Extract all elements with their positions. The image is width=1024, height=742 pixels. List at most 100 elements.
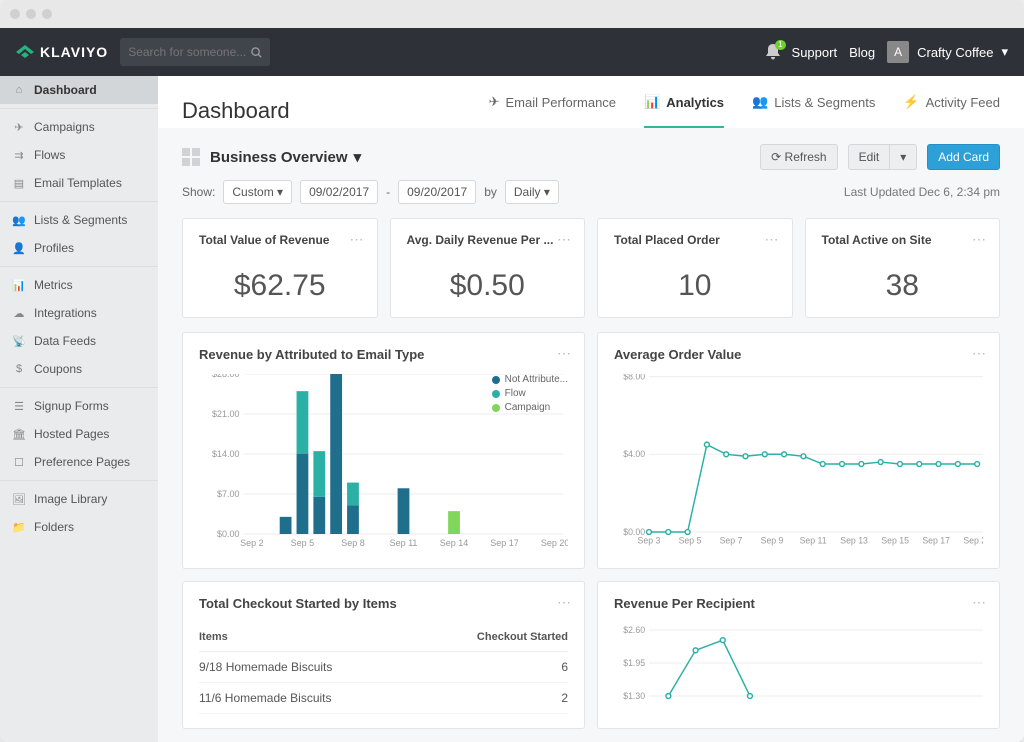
brand-text: KLAVIYO xyxy=(40,44,108,60)
sidebar-item-preference-pages[interactable]: ☐Preference Pages xyxy=(0,448,158,476)
sidebar-item-lists-segments[interactable]: 👥Lists & Segments xyxy=(0,206,158,234)
chevron-down-icon: ▾ xyxy=(1001,44,1008,60)
user-icon: 👤 xyxy=(12,242,26,255)
card-menu-icon[interactable]: ⋯ xyxy=(557,231,572,248)
svg-text:Sep 5: Sep 5 xyxy=(679,536,702,546)
nav-label: Hosted Pages xyxy=(34,427,109,441)
table-row: 11/6 Homemade Biscuits2 xyxy=(199,683,568,714)
blog-link[interactable]: Blog xyxy=(849,45,875,60)
chart-title: Revenue by Attributed to Email Type xyxy=(199,347,568,362)
svg-text:Sep 5: Sep 5 xyxy=(291,538,315,548)
chevron-down-icon: ▾ xyxy=(354,148,362,166)
grid-icon xyxy=(182,148,200,166)
card-menu-icon[interactable]: ⋯ xyxy=(350,231,365,248)
svg-text:Sep 17: Sep 17 xyxy=(490,538,519,548)
avatar: A xyxy=(887,41,909,63)
edit-button[interactable]: Edit xyxy=(848,144,891,170)
sidebar-item-integrations[interactable]: ☁Integrations xyxy=(0,299,158,327)
edit-dropdown[interactable]: ▾ xyxy=(890,144,917,170)
sidebar-item-profiles[interactable]: 👤Profiles xyxy=(0,234,158,262)
card-menu-icon[interactable]: ⋯ xyxy=(557,345,572,362)
svg-text:$0.00: $0.00 xyxy=(217,529,240,539)
nav-label: Image Library xyxy=(34,492,107,506)
add-card-button[interactable]: Add Card xyxy=(927,144,1000,170)
svg-text:Sep 15: Sep 15 xyxy=(881,536,909,546)
sidebar-item-flows[interactable]: ⇉Flows xyxy=(0,141,158,169)
user-name: Crafty Coffee xyxy=(917,45,993,60)
sidebar-item-folders[interactable]: 📁Folders xyxy=(0,513,158,541)
range-select[interactable]: Custom ▾ xyxy=(223,180,292,204)
bolt-icon: ⚡ xyxy=(903,94,919,110)
sidebar-item-signup-forms[interactable]: ☰Signup Forms xyxy=(0,392,158,420)
tabs: ✈Email Performance 📊Analytics 👥Lists & Seg… xyxy=(489,94,1000,128)
sidebar-item-dashboard[interactable]: ⌂Dashboard xyxy=(0,76,158,104)
stat-card: Avg. Daily Revenue Per ...⋯ $0.50 xyxy=(390,218,586,318)
svg-text:$1.95: $1.95 xyxy=(623,658,645,668)
revenue-per-recipient-card: Revenue Per Recipient ⋯ $1.30$1.95$2.60 xyxy=(597,581,1000,729)
svg-text:Sep 11: Sep 11 xyxy=(800,536,827,546)
tab-activity-feed[interactable]: ⚡Activity Feed xyxy=(903,94,1000,128)
svg-text:$7.00: $7.00 xyxy=(217,489,240,499)
tab-email-performance[interactable]: ✈Email Performance xyxy=(489,94,616,128)
stat-value: $0.50 xyxy=(407,269,569,303)
stat-value: 10 xyxy=(614,269,776,303)
sidebar-item-metrics[interactable]: 📊Metrics xyxy=(0,271,158,299)
tab-lists-segments[interactable]: 👥Lists & Segments xyxy=(752,94,875,128)
svg-text:$28.00: $28.00 xyxy=(212,374,240,379)
sidebar-item-data-feeds[interactable]: 📡Data Feeds xyxy=(0,327,158,355)
start-date-input[interactable]: 09/02/2017 xyxy=(300,180,378,204)
refresh-button[interactable]: ⟳ Refresh xyxy=(760,144,837,170)
sidebar-item-coupons[interactable]: $ Coupons xyxy=(0,355,158,383)
window-dot xyxy=(10,9,20,19)
bottom-row: Total Checkout Started by Items ⋯ Items … xyxy=(182,581,1000,729)
sidebar-item-hosted-pages[interactable]: 🏛Hosted Pages xyxy=(0,420,158,448)
top-navbar: KLAVIYO 1 Support Blog A Crafty Coffee ▾ xyxy=(0,28,1024,76)
notifications-bell[interactable]: 1 xyxy=(766,44,780,60)
send-icon: ✈ xyxy=(489,94,500,110)
card-menu-icon[interactable]: ⋯ xyxy=(972,231,987,248)
image-icon: 🖼 xyxy=(12,493,26,506)
user-menu[interactable]: A Crafty Coffee ▾ xyxy=(887,41,1008,63)
overview-dropdown[interactable]: Business Overview ▾ xyxy=(210,148,361,166)
line-chart: $0.00$4.00$8.00Sep 3Sep 5Sep 7Sep 9Sep 1… xyxy=(614,374,983,554)
form-icon: ☰ xyxy=(12,400,26,413)
svg-text:$1.30: $1.30 xyxy=(623,691,645,701)
nav-label: Email Templates xyxy=(34,176,122,190)
sidebar-item-campaigns[interactable]: ✈Campaigns xyxy=(0,113,158,141)
nav-label: Folders xyxy=(34,520,74,534)
col-header-count: Checkout Started xyxy=(448,631,568,643)
interval-select[interactable]: Daily ▾ xyxy=(505,180,559,204)
page-header: Dashboard ✈Email Performance 📊Analytics 👥L… xyxy=(158,76,1024,128)
nav-label: Coupons xyxy=(34,362,82,376)
stat-title: Avg. Daily Revenue Per ... xyxy=(407,233,569,247)
sidebar-item-email-templates[interactable]: ▤Email Templates xyxy=(0,169,158,197)
sidebar-item-image-library[interactable]: 🖼 Image Library xyxy=(0,485,158,513)
end-date-input[interactable]: 09/20/2017 xyxy=(398,180,476,204)
stat-card: Total Placed Order⋯ 10 xyxy=(597,218,793,318)
svg-text:Sep 8: Sep 8 xyxy=(341,538,365,548)
card-menu-icon[interactable]: ⋯ xyxy=(557,594,572,611)
dollar-icon: $ xyxy=(12,363,26,375)
window-titlebar xyxy=(0,0,1024,28)
stat-value: 38 xyxy=(822,269,984,303)
home-icon: ⌂ xyxy=(12,84,26,96)
search-input[interactable] xyxy=(128,45,262,59)
card-menu-icon[interactable]: ⋯ xyxy=(765,231,780,248)
svg-text:Sep 2: Sep 2 xyxy=(240,538,264,548)
svg-text:Sep 3: Sep 3 xyxy=(638,536,661,546)
stat-card: Total Active on Site⋯38 xyxy=(805,218,1001,318)
stat-title: Total Placed Order xyxy=(614,233,776,247)
card-menu-icon[interactable]: ⋯ xyxy=(972,345,987,362)
support-link[interactable]: Support xyxy=(792,45,838,60)
svg-text:Sep 7: Sep 7 xyxy=(720,536,743,546)
chart-icon: 📊 xyxy=(12,279,26,292)
tab-analytics[interactable]: 📊Analytics xyxy=(644,94,724,128)
brand-logo[interactable]: KLAVIYO xyxy=(16,44,108,60)
charts-row: Revenue by Attributed to Email Type ⋯ No… xyxy=(182,332,1000,569)
page-title: Dashboard xyxy=(182,98,290,124)
svg-text:Sep 20: Sep 20 xyxy=(963,536,983,546)
card-menu-icon[interactable]: ⋯ xyxy=(972,594,987,611)
search-box[interactable] xyxy=(120,38,270,66)
svg-text:Sep 14: Sep 14 xyxy=(440,538,469,548)
rpr-chart: $1.30$1.95$2.60 xyxy=(614,623,983,703)
